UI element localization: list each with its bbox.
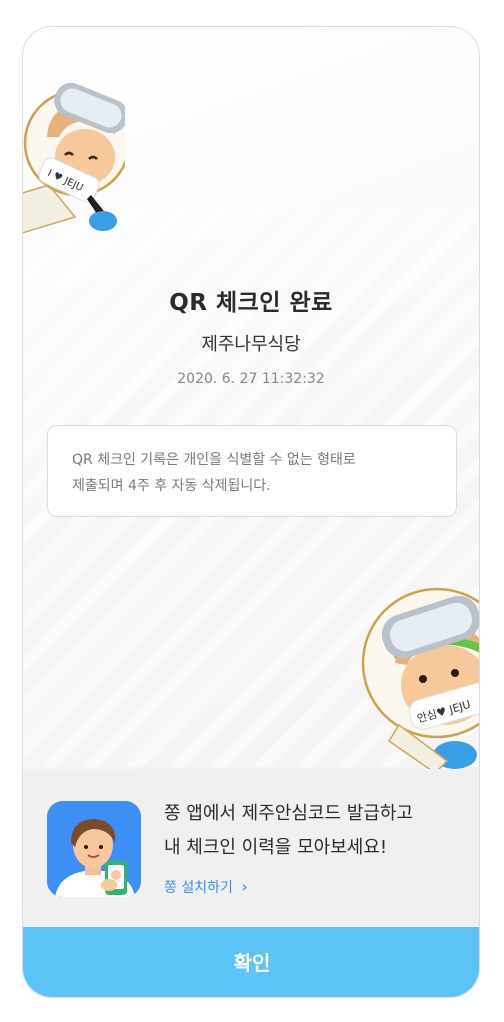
promo-message: 쫑 앱에서 제주안심코드 발급하고 내 체크인 이력을 모아보세요! [164, 797, 413, 865]
notice-line-1: QR 체크인 기록은 개인을 식별할 수 없는 형태로 [72, 452, 356, 468]
store-name: 제주나무식당 [201, 334, 301, 355]
notice-line-2: 제출되며 4주 후 자동 삭제됩니다. [72, 478, 271, 494]
promo-line-2: 내 체크인 이력을 모아보세요! [164, 837, 388, 858]
checkin-datetime: 2020. 6. 27 11:32:32 [177, 371, 325, 387]
promo-line-1: 쫑 앱에서 제주안심코드 발급하고 [164, 803, 414, 824]
app-promo-banner: 쫑 앱에서 제주안심코드 발급하고 내 체크인 이력을 모아보세요! 쫑 설치하… [23, 769, 479, 927]
install-app-link[interactable]: 쫑 설치하기 › [164, 877, 248, 897]
page-title: QR 체크인 완료 [169, 290, 333, 316]
mascot-bottom-illustration: 안심♥ JEJU [361, 587, 479, 774]
checkin-card: I ♥ JEJU QR 체크인 완료 제주나무식당 2020. 6. 27 11… [22, 26, 480, 998]
jjong-app-icon[interactable] [47, 801, 141, 897]
mascot-top-illustration: I ♥ JEJU [23, 82, 125, 234]
privacy-notice-box: QR 체크인 기록은 개인을 식별할 수 없는 형태로 제출되며 4주 후 자동… [47, 425, 457, 517]
chevron-right-icon: › [241, 877, 248, 896]
app-icon-artwork [47, 801, 141, 897]
confirm-button[interactable]: 확인 [23, 927, 479, 997]
install-app-link-label: 쫑 설치하기 [164, 880, 233, 896]
